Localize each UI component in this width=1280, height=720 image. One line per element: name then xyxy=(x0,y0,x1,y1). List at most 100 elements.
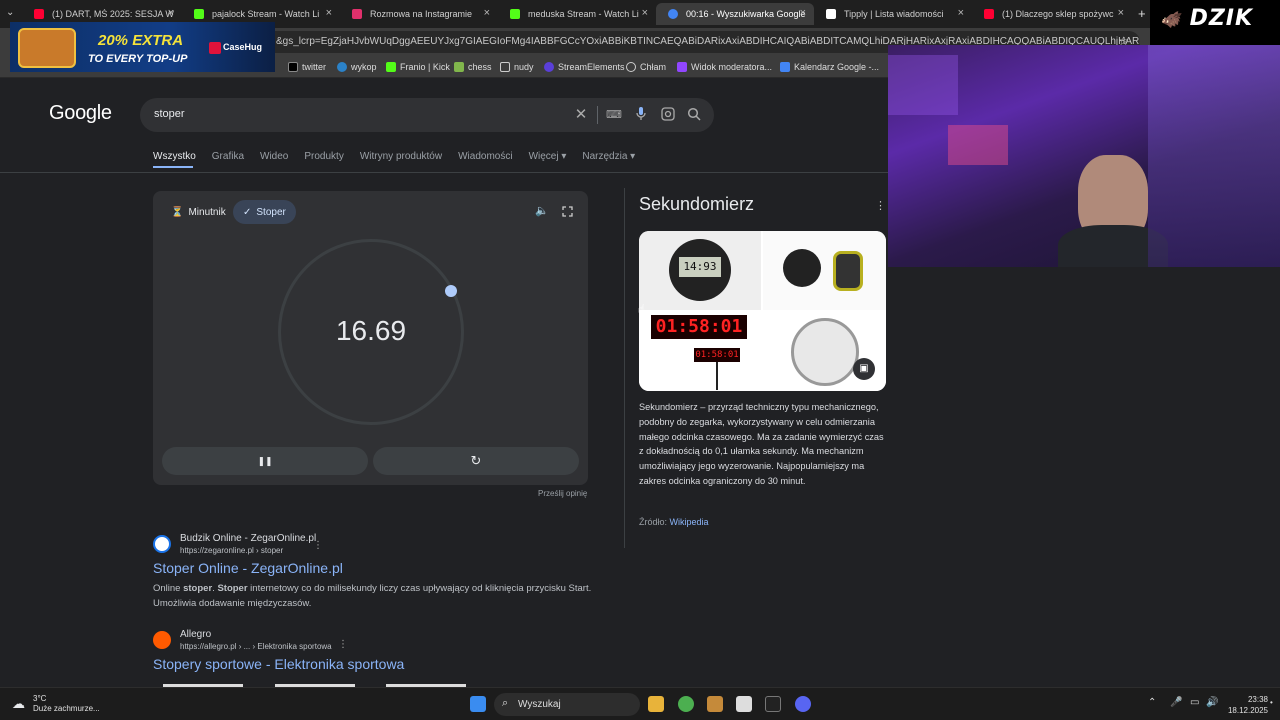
volume-icon[interactable]: 🔊 xyxy=(1206,697,1218,708)
new-tab-button[interactable]: + xyxy=(1138,6,1146,21)
fullscreen-icon[interactable] xyxy=(562,204,573,222)
search-icon[interactable] xyxy=(686,107,702,123)
discord-icon[interactable] xyxy=(795,696,811,712)
tab-products[interactable]: Produkty xyxy=(304,151,343,162)
close-icon[interactable]: × xyxy=(168,7,174,19)
more-options-icon[interactable]: ⋮ xyxy=(313,540,323,551)
search-box[interactable]: stoper ✕ ⌨ xyxy=(140,98,714,132)
youtube-icon xyxy=(34,9,44,19)
result-site-name[interactable]: Allegro xyxy=(180,629,211,640)
kick-icon xyxy=(386,62,396,72)
result-title[interactable]: Stopery sportowe - Elektronika sportowa xyxy=(153,656,404,672)
app-icon[interactable] xyxy=(707,696,723,712)
calendar-icon xyxy=(780,62,790,72)
analog-stopwatch-image[interactable]: ▣ xyxy=(763,312,886,391)
bookmark-item[interactable]: Widok moderatora... xyxy=(677,59,772,75)
chevron-up-icon[interactable]: ⌃ xyxy=(1148,697,1156,708)
wykop-icon xyxy=(337,62,347,72)
search-result: Allegro https://allegro.pl › ... › Elekt… xyxy=(153,629,603,681)
weather-icon: ☁ xyxy=(12,696,25,711)
tab-item-active[interactable]: 00:16 - Wyszukiwarka Google × xyxy=(656,3,814,25)
network-icon[interactable]: ▭ xyxy=(1190,697,1199,708)
tab-images[interactable]: Grafika xyxy=(212,151,244,162)
notification-bell-icon[interactable]: • xyxy=(1270,698,1273,707)
reset-button[interactable]: ↻ xyxy=(373,447,579,475)
microphone-icon[interactable] xyxy=(633,107,649,123)
kick-icon xyxy=(194,9,204,19)
tab-item[interactable]: Tipply | Lista wiadomości × xyxy=(814,3,972,25)
lens-icon[interactable] xyxy=(660,107,676,123)
youtube-icon xyxy=(984,9,994,19)
knowledge-image-grid[interactable]: 14:93 01:58:01 01:58:01 ▣ xyxy=(639,231,886,391)
more-options-icon[interactable]: ⋮ xyxy=(338,639,348,650)
divider xyxy=(597,106,598,124)
close-icon[interactable]: × xyxy=(484,7,490,19)
chess-icon xyxy=(454,62,464,72)
active-tab-underline xyxy=(153,166,193,168)
taskbar-clock[interactable]: 23:38 18.12.2025 xyxy=(1218,694,1268,716)
file-explorer-icon[interactable] xyxy=(648,696,664,712)
taskbar-search[interactable]: ⌕ Wyszukaj xyxy=(494,693,640,716)
tab-more[interactable]: Więcej ▾ xyxy=(529,151,567,162)
bookmark-item[interactable]: StreamElements xyxy=(544,59,625,75)
tab-item[interactable]: Rozmowa na Instagramie × xyxy=(340,3,498,25)
result-title[interactable]: Stoper Online - ZegarOnline.pl xyxy=(153,560,343,576)
tab-news[interactable]: Wiadomości xyxy=(458,151,512,162)
microphone-icon[interactable]: 🎤 xyxy=(1170,697,1182,708)
pause-icon: ❚❚ xyxy=(257,456,273,466)
bookmark-item[interactable]: Chłam xyxy=(626,59,666,75)
search-query[interactable]: stoper xyxy=(154,108,185,120)
feedback-link[interactable]: Prześlij opinię xyxy=(538,489,587,498)
tab-video[interactable]: Wideo xyxy=(260,151,288,162)
result-site-name[interactable]: Budzik Online - ZegarOnline.pl xyxy=(180,533,316,544)
bookmark-item[interactable]: Franio | Kick xyxy=(386,59,450,75)
bookmark-item[interactable]: nudy xyxy=(500,59,534,75)
streamelements-icon xyxy=(544,62,554,72)
close-icon[interactable]: × xyxy=(958,7,964,19)
close-icon[interactable]: × xyxy=(1118,7,1124,19)
weather-widget[interactable]: 3°C Duże zachmurze... xyxy=(33,694,100,714)
close-icon[interactable]: × xyxy=(326,7,332,19)
black-stopwatch-image[interactable] xyxy=(763,231,886,310)
tab-all[interactable]: Wszystko xyxy=(153,151,196,162)
bookmark-item[interactable]: chess xyxy=(454,59,492,75)
casehug-ad-banner[interactable]: 20% EXTRA TO EVERY TOP-UP CaseHug xyxy=(10,22,275,72)
timer-chip[interactable]: ⏳ Minutnik xyxy=(161,200,236,224)
reset-icon: ↻ xyxy=(470,453,482,468)
keyboard-icon[interactable]: ⌨ xyxy=(606,107,622,123)
google-icon xyxy=(668,9,678,19)
instagram-icon xyxy=(352,9,362,19)
pause-button[interactable]: ❚❚ xyxy=(162,447,368,475)
webcam-overlay xyxy=(888,45,1280,267)
more-options-icon[interactable]: ⋮ xyxy=(875,199,886,212)
result-snippet: Online stoper. Stoper internetowy co do … xyxy=(153,583,592,609)
result-url[interactable]: https://allegro.pl › ... › Elektronika s… xyxy=(180,642,332,651)
treasure-chest-image xyxy=(18,28,76,68)
google-logo[interactable]: Google xyxy=(49,102,112,125)
kick-icon xyxy=(510,9,520,19)
tab-product-sites[interactable]: Witryny produktów xyxy=(360,151,442,162)
epic-games-icon[interactable] xyxy=(765,696,781,712)
tab-item[interactable]: meduska Stream - Watch Li × xyxy=(498,3,656,25)
tab-item[interactable]: (1) Dlaczego sklep spożywc × xyxy=(972,3,1132,25)
chrome-icon[interactable] xyxy=(678,696,694,712)
wikipedia-link[interactable]: Wikipedia xyxy=(670,517,709,527)
bookmark-item[interactable]: twitter xyxy=(288,59,326,75)
bookmark-item[interactable]: wykop xyxy=(337,59,377,75)
windows-taskbar: ☁ 3°C Duże zachmurze... ⌕ Wyszukaj ⌃ 🎤 ▭… xyxy=(0,687,1280,720)
sound-icon[interactable]: 🔈 xyxy=(535,204,549,217)
close-icon[interactable]: × xyxy=(642,7,648,19)
bookmark-item[interactable]: Kalendarz Google -... xyxy=(780,59,879,75)
image-expand-icon[interactable]: ▣ xyxy=(853,358,875,380)
result-url[interactable]: https://zegaronline.pl › stoper xyxy=(180,546,283,555)
app-icon[interactable] xyxy=(736,696,752,712)
search-result: Budzik Online - ZegarOnline.pl https://z… xyxy=(153,533,603,615)
red-led-timer-image[interactable]: 01:58:01 01:58:01 xyxy=(639,312,761,391)
tab-search-dropdown[interactable]: ⌄ xyxy=(6,7,14,18)
tab-tools[interactable]: Narzędzia ▾ xyxy=(582,151,635,162)
windows-start-icon[interactable] xyxy=(470,696,486,712)
stopwatch-chip[interactable]: ✓ Stoper xyxy=(233,200,296,224)
close-icon[interactable]: × xyxy=(800,7,806,19)
digital-stopwatch-image[interactable]: 14:93 xyxy=(639,231,761,310)
clear-icon[interactable]: ✕ xyxy=(573,107,589,123)
